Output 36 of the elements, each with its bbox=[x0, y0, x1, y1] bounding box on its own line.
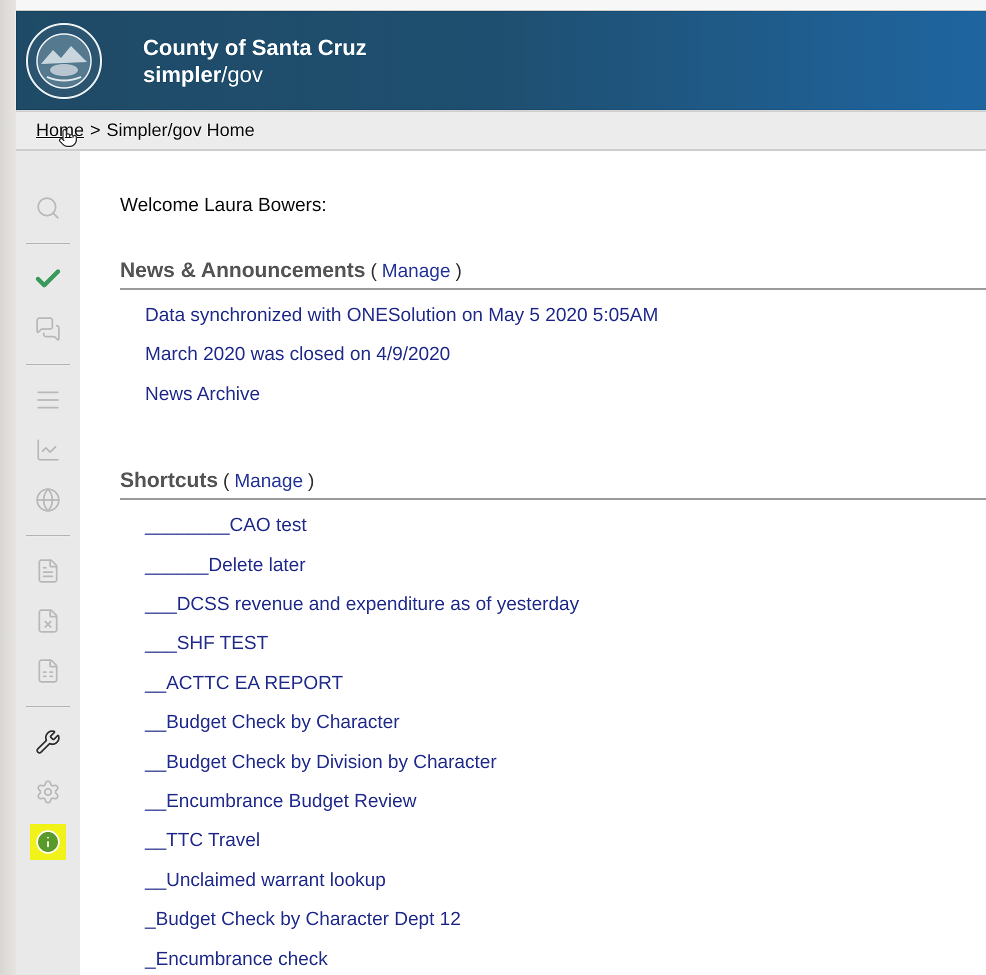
county-title: County of Santa Cruz bbox=[143, 34, 367, 60]
paren: ( bbox=[370, 261, 377, 283]
settings-icon bbox=[35, 779, 61, 805]
manage-link[interactable]: Manage bbox=[234, 471, 304, 494]
shortcut-link[interactable]: _Encumbrance check bbox=[145, 940, 328, 975]
info-icon bbox=[35, 829, 61, 855]
section-heading: Shortcuts bbox=[120, 469, 218, 494]
chat-bubbles-icon bbox=[35, 316, 61, 342]
shortcut-link[interactable]: __ACTTC EA REPORT bbox=[145, 664, 344, 704]
shortcut-link[interactable]: __TTC Travel bbox=[145, 821, 260, 861]
section-heading: News & Announcements bbox=[120, 259, 366, 283]
shortcut-link[interactable]: __Encumbrance Budget Review bbox=[145, 782, 416, 822]
county-seal-icon bbox=[25, 22, 103, 100]
breadcrumb-current: Simpler/gov Home bbox=[106, 120, 255, 141]
paren: ( bbox=[223, 471, 230, 494]
wrench-icon bbox=[35, 729, 61, 755]
manage-link[interactable]: Manage bbox=[382, 261, 450, 283]
breadcrumb-separator: > bbox=[90, 120, 101, 141]
shortcut-link[interactable]: ______Delete later bbox=[145, 546, 306, 586]
shortcut-link[interactable]: _Budget Check by Character Dept 12 bbox=[145, 900, 461, 940]
shortcut-link[interactable]: __Budget Check by Character bbox=[145, 703, 400, 743]
news-link[interactable]: Data synchronized with ONESolution on May 5 2020 5:05AM bbox=[145, 296, 658, 336]
shortcut-link[interactable]: ___SHF TEST bbox=[145, 624, 268, 664]
globe-icon bbox=[35, 487, 61, 513]
shortcut-link[interactable]: __Budget Check by Division by Character bbox=[145, 742, 497, 782]
line-chart-icon bbox=[35, 437, 61, 463]
shortcut-link[interactable]: ________CAO test bbox=[145, 506, 307, 546]
welcome-message: Welcome Laura Bowers: bbox=[120, 195, 328, 217]
paren: ) bbox=[308, 471, 314, 494]
news-link[interactable]: News Archive bbox=[145, 374, 260, 414]
shortcut-link[interactable]: ___DCSS revenue and expenditure as of yesterday bbox=[145, 585, 580, 624]
news-link[interactable]: March 2020 was closed on 4/9/2020 bbox=[145, 335, 450, 375]
search-icon bbox=[35, 195, 61, 221]
paren: ) bbox=[455, 261, 462, 283]
app-name: simpler/gov bbox=[143, 60, 264, 88]
shortcut-link[interactable]: __Unclaimed warrant lookup bbox=[145, 860, 386, 900]
